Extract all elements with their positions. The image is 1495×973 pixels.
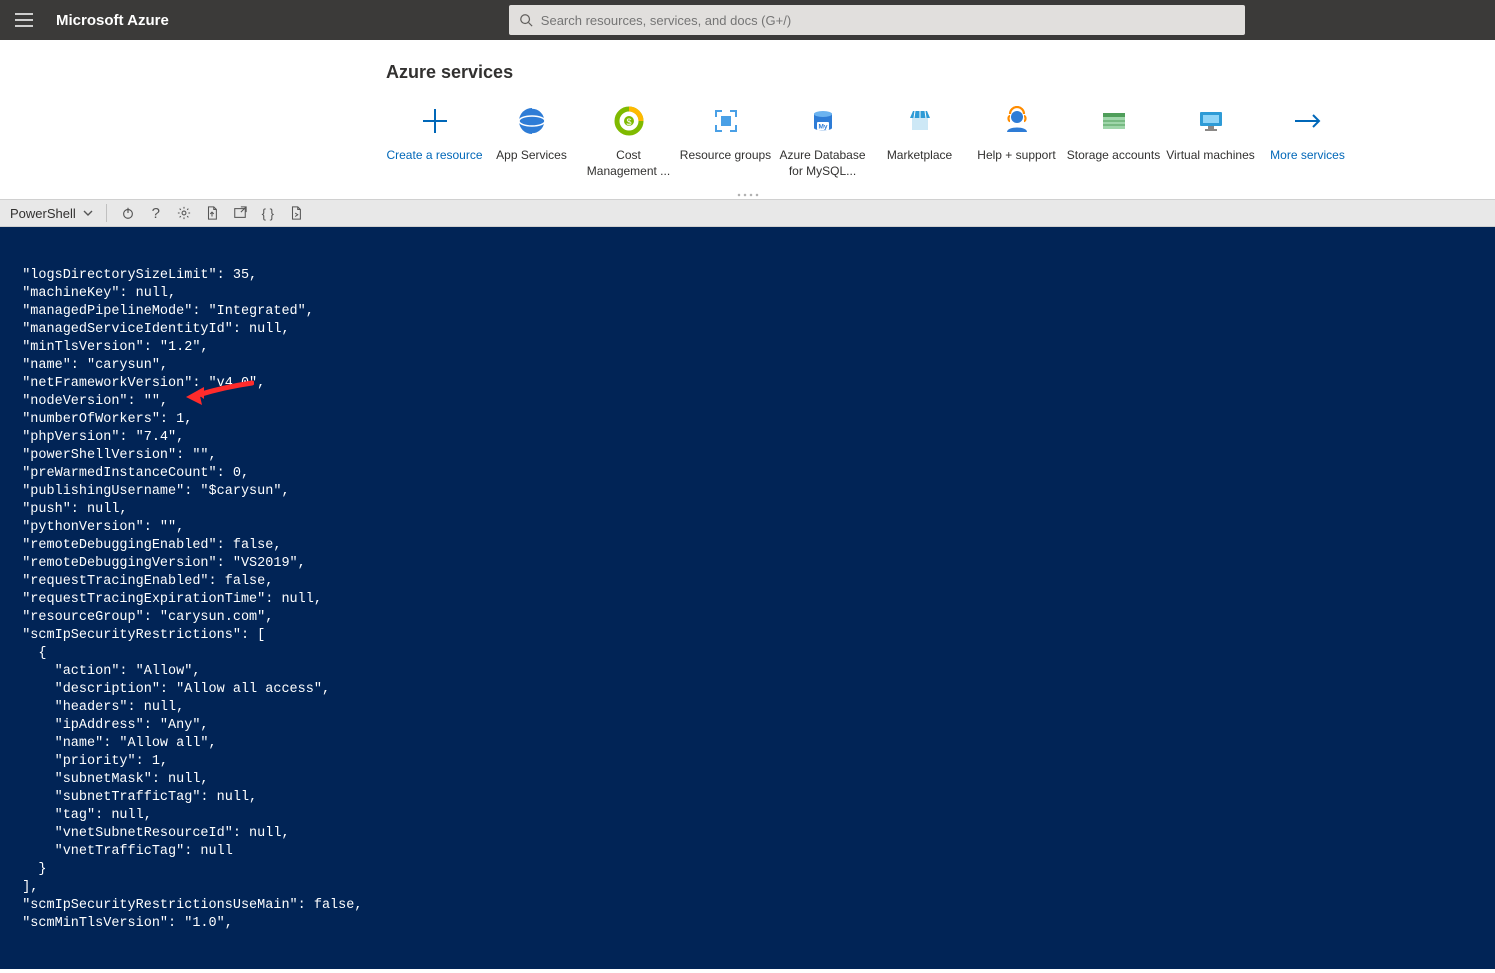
service-icon xyxy=(677,101,774,141)
service-icon xyxy=(386,101,483,141)
service-tile[interactable]: Create a resource xyxy=(386,101,483,179)
service-tile[interactable]: Virtual machines xyxy=(1162,101,1259,179)
gear-icon xyxy=(177,206,191,220)
svg-text:My: My xyxy=(818,124,827,131)
menu-icon[interactable] xyxy=(0,0,48,40)
global-search[interactable] xyxy=(509,5,1245,35)
pane-resize-handle[interactable] xyxy=(0,191,1495,199)
service-tile[interactable]: Help + support xyxy=(968,101,1065,179)
new-session-button[interactable] xyxy=(227,201,253,225)
new-window-icon xyxy=(233,206,247,220)
service-icon xyxy=(968,101,1065,141)
service-icon xyxy=(1259,101,1356,141)
service-icon: $ xyxy=(580,101,677,141)
file-preview-icon xyxy=(289,206,303,220)
settings-button[interactable] xyxy=(171,201,197,225)
service-label: App Services xyxy=(483,147,580,163)
service-tile[interactable]: Resource groups xyxy=(677,101,774,179)
search-icon xyxy=(519,13,533,27)
power-icon xyxy=(121,206,135,220)
brand-label: Microsoft Azure xyxy=(56,12,169,29)
service-tile[interactable]: $ Cost Management ... xyxy=(580,101,677,179)
service-label: Cost Management ... xyxy=(580,147,677,179)
service-label: Resource groups xyxy=(677,147,774,163)
shell-mode-select[interactable]: PowerShell xyxy=(6,201,98,225)
top-bar: Microsoft Azure xyxy=(0,0,1495,40)
braces-icon: { } xyxy=(262,206,274,221)
service-tile[interactable]: Storage accounts xyxy=(1065,101,1162,179)
service-icon xyxy=(1162,101,1259,141)
service-tile[interactable]: More services xyxy=(1259,101,1356,179)
web-preview-button[interactable] xyxy=(283,201,309,225)
toolbar-separator xyxy=(106,204,107,222)
svg-text:$: $ xyxy=(626,117,631,127)
help-icon: ? xyxy=(152,205,160,222)
service-label: Storage accounts xyxy=(1065,147,1162,163)
service-icon xyxy=(871,101,968,141)
service-icon: My xyxy=(774,101,871,141)
service-tile[interactable]: Marketplace xyxy=(871,101,968,179)
file-upload-icon xyxy=(205,206,219,220)
service-label: Help + support xyxy=(968,147,1065,163)
service-label: Virtual machines xyxy=(1162,147,1259,163)
help-button[interactable]: ? xyxy=(143,201,169,225)
cloud-shell-toolbar: PowerShell ? { } xyxy=(0,199,1495,227)
service-tile[interactable]: App Services xyxy=(483,101,580,179)
service-label: More services xyxy=(1259,147,1356,163)
azure-services-section: Azure services Create a resourceApp Serv… xyxy=(0,40,1495,191)
services-row: Create a resourceApp Services $ Cost Manag… xyxy=(386,101,1495,179)
shell-mode-label: PowerShell xyxy=(10,206,76,221)
editor-button[interactable]: { } xyxy=(255,201,281,225)
chevron-down-icon xyxy=(82,207,94,219)
cloud-shell-terminal[interactable]: "logsDirectorySizeLimit": 35, "machineKe… xyxy=(0,227,1495,969)
upload-download-button[interactable] xyxy=(199,201,225,225)
restart-shell-button[interactable] xyxy=(115,201,141,225)
service-icon xyxy=(1065,101,1162,141)
services-title: Azure services xyxy=(386,62,1495,83)
service-icon xyxy=(483,101,580,141)
service-label: Marketplace xyxy=(871,147,968,163)
search-input[interactable] xyxy=(541,13,1235,28)
service-label: Azure Database for MySQL... xyxy=(774,147,871,179)
service-tile[interactable]: My Azure Database for MySQL... xyxy=(774,101,871,179)
terminal-output: "logsDirectorySizeLimit": 35, "machineKe… xyxy=(6,267,1489,933)
service-label: Create a resource xyxy=(386,147,483,163)
